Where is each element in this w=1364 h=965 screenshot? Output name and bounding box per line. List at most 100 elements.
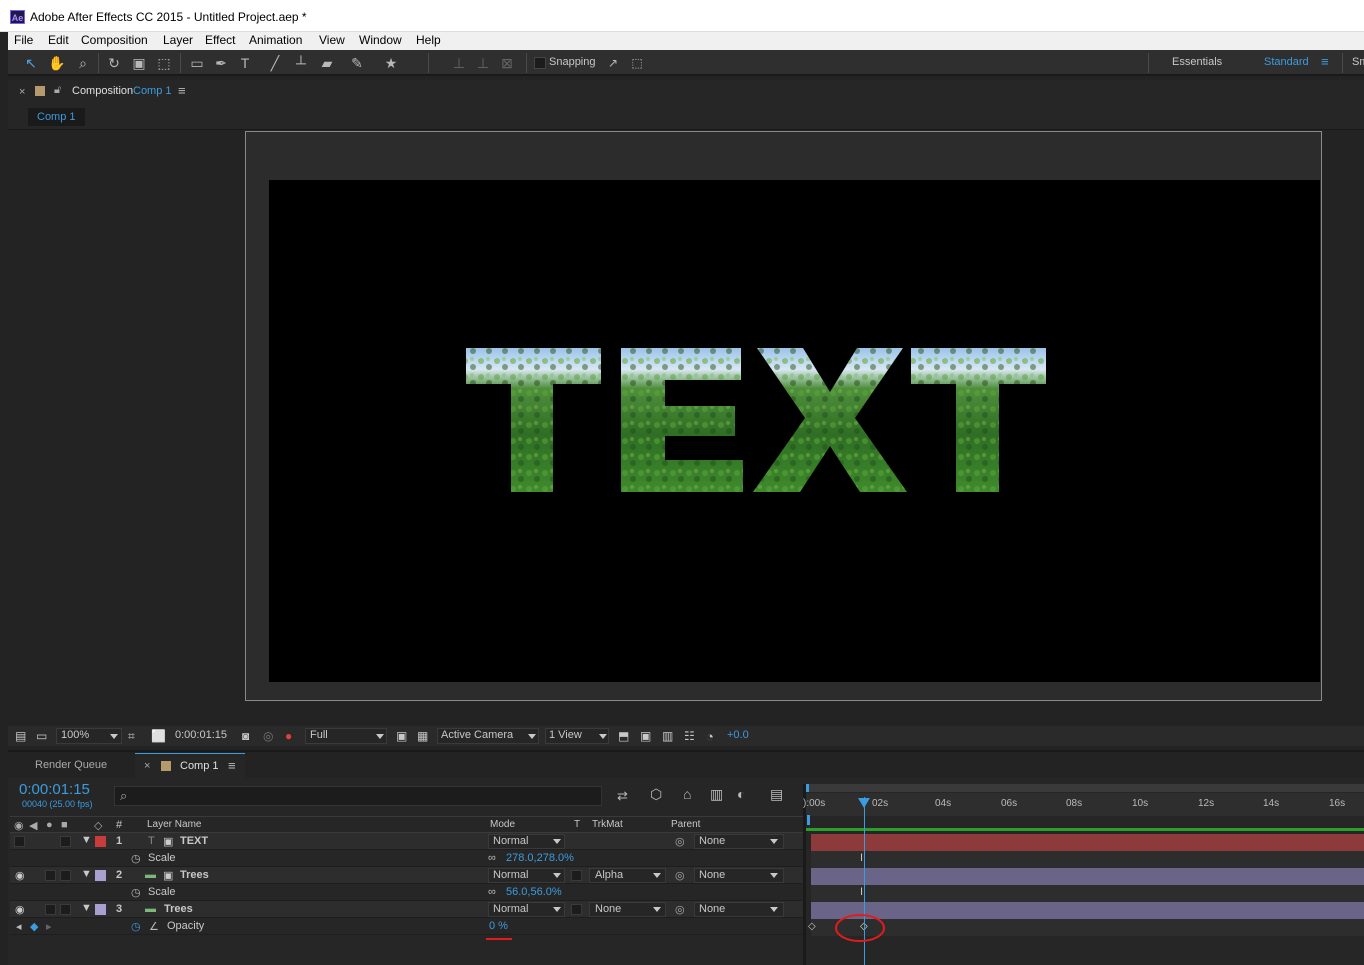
layer-row-1[interactable]: ▼ 1 T ▣ TEXT Normal ◎ None [10,833,804,850]
clone-stamp-tool-icon[interactable]: ┴ [292,54,310,72]
solo-icon[interactable]: ● [46,819,53,831]
menu-animation[interactable]: Animation [249,33,302,47]
property-row-scale-2[interactable]: ◷ Scale ∞ 56.0,56.0% [10,884,804,901]
brush-tool-icon[interactable]: ╱ [266,54,284,72]
layer-row-2[interactable]: ◉ ▼ 2 ▬ ▣ Trees Normal Alpha ◎ None [10,867,804,884]
snapshot-camera-icon[interactable]: ◙ [242,729,249,743]
workspace-menu-icon[interactable]: ≡ [1321,54,1329,69]
workspace-standard[interactable]: Standard [1264,56,1309,68]
layer-label-color[interactable] [95,870,106,881]
property-value[interactable]: 56.0,56.0% [506,886,562,898]
tab-render-queue[interactable]: Render Queue [35,759,107,771]
eye-icon[interactable]: ◉ [15,869,25,882]
mask-path-icon[interactable]: ⬜ [151,729,166,743]
timeline-icon[interactable]: ▥ [662,729,673,743]
roto-brush-tool-icon[interactable]: ✎ [348,54,366,72]
work-area-bar[interactable] [806,784,1364,792]
previous-keyframe-icon[interactable]: ◂ [16,920,22,933]
graph-editor-icon[interactable]: ▤ [770,786,783,803]
pickwhip-icon[interactable]: ◎ [675,903,685,916]
reset-exposure-icon[interactable]: ◔ [706,729,714,744]
layer-name[interactable]: Trees [164,903,193,915]
stopwatch-icon[interactable]: ◷ [131,920,141,933]
solo-toggle[interactable] [45,904,56,915]
channels-icon[interactable]: ● [285,729,292,743]
layer-name[interactable]: Trees [180,869,209,881]
menu-window[interactable]: Window [359,33,402,47]
menu-view[interactable]: View [319,33,345,47]
composition-canvas[interactable] [269,180,1320,682]
viewer-timecode[interactable]: 0:00:01:15 [175,729,227,741]
comp-mini-flowchart-icon[interactable]: ⇄ [617,788,628,804]
view-axis-icon[interactable]: ⊠ [498,54,516,72]
playhead-handle-icon[interactable] [858,798,870,808]
eraser-tool-icon[interactable]: ▰ [318,54,336,72]
flowchart-icon[interactable]: ☷ [684,729,695,743]
column-layer-name[interactable]: Layer Name [147,819,201,830]
column-mode[interactable]: Mode [490,819,515,830]
column-parent[interactable]: Parent [671,819,700,830]
layer-label-color[interactable] [95,836,106,847]
menu-effect[interactable]: Effect [205,33,235,47]
add-keyframe-icon[interactable]: ◆ [30,920,38,933]
pickwhip-icon[interactable]: ◎ [675,869,685,882]
twirl-down-icon[interactable]: ▼ [81,868,92,880]
stopwatch-icon[interactable]: ◷ [131,886,141,899]
snap-feather-icon[interactable]: ↗ [604,54,622,72]
next-keyframe-icon[interactable]: ▸ [46,920,52,933]
audio-icon[interactable]: ◀ [29,819,37,832]
always-preview-icon[interactable]: ▤ [15,729,26,743]
title-safe-icon[interactable]: ⌗ [128,729,135,744]
toggle-pixel-aspect-icon[interactable]: ⬒ [618,729,629,743]
property-value[interactable]: 278.0,278.0% [506,852,574,864]
layer-bar-2[interactable] [811,868,1364,885]
frame-blending-icon[interactable]: ▥ [710,786,723,803]
tab-comp-1[interactable]: × Comp 1 ≡ [135,753,245,780]
exposure-value[interactable]: +0.0 [727,729,749,741]
fast-previews-icon[interactable]: ▣ [640,729,651,743]
constrain-proportions-icon[interactable]: ∞ [488,852,496,864]
lock-icon[interactable]: 🔓︎ [54,84,61,97]
local-axis-icon[interactable]: ⊥ [450,54,468,72]
label-tag-icon[interactable]: ◇ [94,819,102,832]
world-axis-icon[interactable]: ⊥ [474,54,492,72]
transparency-grid-icon[interactable]: ▦ [417,729,428,743]
motion-blur-icon[interactable]: ◐ [737,786,745,802]
pickwhip-icon[interactable]: ◎ [675,835,685,848]
panel-menu-icon[interactable]: ≡ [178,83,186,98]
puppet-pin-tool-icon[interactable]: ★ [382,54,400,72]
layer-label-color[interactable] [95,904,106,915]
current-time-display[interactable]: 0:00:01:15 [19,781,90,798]
pan-behind-tool-icon[interactable]: ⬚ [155,54,173,72]
zoom-tool-icon[interactable]: ⌕ [74,54,92,72]
hand-tool-icon[interactable]: ✋ [48,54,66,72]
panel-menu-icon[interactable]: ≡ [228,758,236,773]
region-of-interest-icon[interactable]: ▣ [396,729,407,743]
menu-layer[interactable]: Layer [163,33,193,47]
selection-tool-icon[interactable]: ↖ [22,54,40,72]
composition-tab-comp-name[interactable]: Comp 1 [133,85,172,97]
keyframe-icon[interactable]: ◇ [808,921,816,932]
layer-row-3[interactable]: ◉ ▼ 3 ▬ Trees Normal None ◎ None [10,901,804,918]
lock-toggle[interactable] [60,870,71,881]
eye-icon[interactable]: ◉ [15,903,25,916]
close-tab-icon[interactable]: × [144,760,150,772]
twirl-down-icon[interactable]: ▼ [81,834,92,846]
property-row-opacity-3[interactable]: ◂ ◆ ▸ ◷ ∠ Opacity 0 % [10,918,804,940]
monitor-icon[interactable]: ▭ [36,729,47,743]
preserve-transparency-toggle[interactable] [571,870,582,881]
camera-tool-icon[interactable]: ▣ [130,54,148,72]
type-tool-icon[interactable]: T [236,54,254,72]
comp-subtab[interactable]: Comp 1 [28,108,85,126]
menu-help[interactable]: Help [416,33,441,47]
lock-toggle[interactable] [60,836,71,847]
graph-icon[interactable]: ∠ [149,920,159,933]
lock-icon[interactable]: ■ [61,819,68,831]
show-snapshot-icon[interactable]: ◎ [263,729,273,743]
menu-composition[interactable]: Composition [81,33,148,47]
eye-icon[interactable]: ◉ [14,819,24,832]
menu-file[interactable]: File [14,33,33,47]
snap-bounds-icon[interactable]: ⬚ [628,54,646,72]
stopwatch-icon[interactable]: ◷ [131,852,141,865]
composition-tab-label[interactable]: Composition [72,85,133,97]
